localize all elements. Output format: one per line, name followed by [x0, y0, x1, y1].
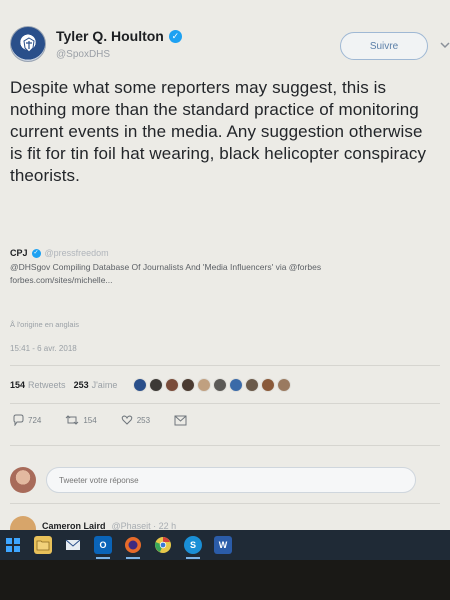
monitor-bezel [0, 560, 450, 600]
tweet-timestamp[interactable]: 15:41 - 6 avr. 2018 [10, 344, 77, 353]
chevron-down-icon[interactable] [438, 38, 450, 54]
quoted-tweet-text: @DHSgov Compiling Database Of Journalist… [10, 262, 322, 272]
quoted-tweet[interactable]: CPJ ✓ @pressfreedom @DHSgov Compiling Da… [10, 248, 435, 310]
retweet-action[interactable]: 154 [65, 414, 97, 426]
chrome-icon[interactable] [154, 536, 172, 554]
follow-button[interactable]: Suivre [340, 32, 428, 60]
reply-input[interactable] [46, 467, 416, 493]
liker-avatar[interactable] [181, 378, 196, 392]
quoted-verified-icon: ✓ [31, 248, 41, 258]
divider [10, 445, 440, 446]
translate-note[interactable]: Å l'origine en anglais [10, 320, 79, 329]
retweets-label[interactable]: Retweets [28, 380, 66, 390]
divider [10, 503, 440, 504]
envelope-icon [174, 415, 187, 425]
quoted-author-handle: @pressfreedom [44, 248, 109, 258]
liker-avatar[interactable] [133, 378, 148, 392]
quoted-author-name: CPJ [10, 248, 28, 258]
likes-label[interactable]: J'aime [92, 380, 118, 390]
firefox-icon[interactable] [124, 536, 142, 559]
author-avatar[interactable] [10, 26, 46, 62]
windows-start-icon[interactable] [4, 536, 22, 554]
liker-avatar[interactable] [261, 378, 276, 392]
next-tweet[interactable]: Cameron Laird @Phaseit · 22 h [10, 510, 176, 530]
liker-avatars [133, 378, 292, 392]
engagement-stats: 154 Retweets 253 J'aime [10, 372, 292, 398]
next-tweet-meta: @Phaseit · 22 h [111, 521, 177, 530]
liker-avatar[interactable] [245, 378, 260, 392]
divider [10, 365, 440, 366]
like-action[interactable]: 253 [121, 414, 150, 426]
quoted-tweet-header: CPJ ✓ @pressfreedom [10, 248, 435, 258]
quoted-tweet-link[interactable]: forbes.com/sites/michelle... [10, 274, 435, 287]
reply-action[interactable]: 724 [12, 414, 41, 426]
author-name-row: Tyler Q. Houlton ✓ [56, 28, 182, 44]
reply-count: 724 [28, 415, 42, 425]
liker-avatar[interactable] [165, 378, 180, 392]
dhs-seal-icon [23, 37, 35, 53]
liker-avatar[interactable] [197, 378, 212, 392]
retweet-icon [66, 415, 79, 425]
author-name[interactable]: Tyler Q. Houlton [56, 28, 164, 44]
liker-avatar[interactable] [149, 378, 164, 392]
user-avatar[interactable] [10, 467, 36, 493]
message-action[interactable] [174, 415, 187, 426]
file-explorer-icon[interactable] [34, 536, 52, 554]
next-tweet-avatar[interactable] [10, 516, 36, 530]
quoted-tweet-body: @DHSgov Compiling Database Of Journalist… [10, 261, 435, 287]
likes-count[interactable]: 253 [74, 380, 89, 390]
reply-icon [13, 414, 24, 426]
reply-composer [10, 462, 440, 498]
retweet-count: 154 [83, 415, 97, 425]
tweet-actions: 724 154 253 [12, 414, 201, 426]
divider [10, 403, 440, 404]
author-handle[interactable]: @SpoxDHS [56, 49, 110, 60]
verified-badge-icon: ✓ [168, 29, 182, 43]
mail-icon[interactable] [64, 536, 82, 554]
outlook-icon[interactable]: O [94, 536, 112, 559]
liker-avatar[interactable] [277, 378, 292, 392]
next-tweet-author-name[interactable]: Cameron Laird [42, 521, 106, 530]
liker-avatar[interactable] [213, 378, 228, 392]
twitter-window: Tyler Q. Houlton ✓ @SpoxDHS Suivre Despi… [0, 0, 450, 530]
like-count: 253 [136, 415, 151, 425]
tweet-header: Tyler Q. Houlton ✓ @SpoxDHS Suivre [10, 22, 450, 72]
windows-taskbar: O S W [0, 530, 450, 560]
tweet-text: Despite what some reporters may suggest,… [10, 78, 427, 185]
word-icon[interactable]: W [214, 536, 232, 554]
retweets-count[interactable]: 154 [10, 380, 25, 390]
liker-avatar[interactable] [229, 378, 244, 392]
skype-icon[interactable]: S [184, 536, 202, 559]
heart-icon [121, 415, 133, 425]
